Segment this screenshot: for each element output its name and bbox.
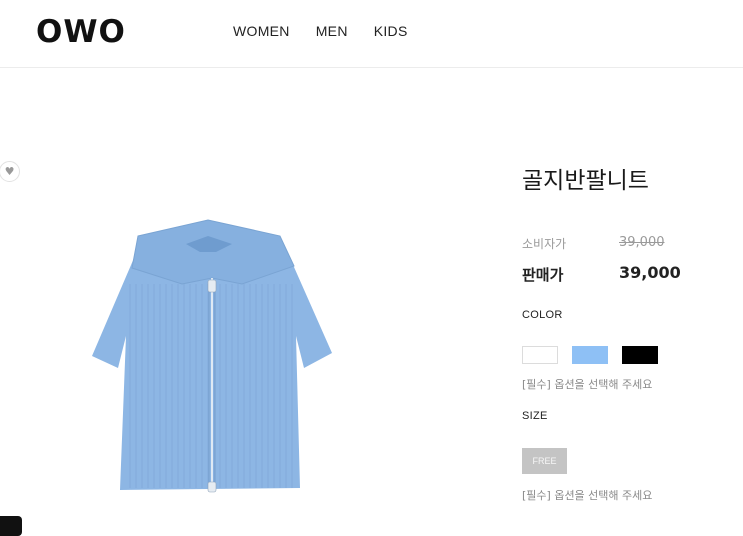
consumer-price-label: 소비자가 (522, 237, 567, 251)
site-logo[interactable]: OWO (36, 14, 126, 50)
site-header: OWO WOMEN MEN KIDS (0, 0, 743, 68)
heart-icon: ♥ (4, 165, 15, 178)
color-swatch-black[interactable] (622, 346, 658, 364)
nav-men[interactable]: MEN (316, 23, 348, 39)
color-required-notice: [필수] 옵션을 선택해 주세요 (522, 378, 653, 391)
color-swatches (522, 346, 672, 364)
product-title: 골지반팔니트 (522, 168, 649, 194)
nav-kids[interactable]: KIDS (374, 23, 408, 39)
color-option-title: COLOR (522, 309, 563, 321)
sale-price-label: 판매가 (522, 266, 564, 284)
chat-badge[interactable] (0, 516, 22, 536)
size-option-title: SIZE (522, 410, 548, 422)
ribbed-knit-shirt (92, 219, 332, 493)
product-image (92, 219, 332, 493)
color-swatch-white[interactable] (522, 346, 558, 364)
sale-price: 39,000 (619, 263, 681, 282)
color-swatch-sky-blue[interactable] (572, 346, 608, 364)
size-free-button[interactable]: FREE (522, 448, 567, 474)
consumer-price: 39,000 (619, 235, 665, 250)
nav-women[interactable]: WOMEN (233, 23, 290, 39)
main-nav: WOMEN MEN KIDS (233, 23, 408, 39)
size-required-notice: [필수] 옵션을 선택해 주세요 (522, 489, 653, 502)
wishlist-button[interactable]: ♥ (0, 161, 20, 182)
